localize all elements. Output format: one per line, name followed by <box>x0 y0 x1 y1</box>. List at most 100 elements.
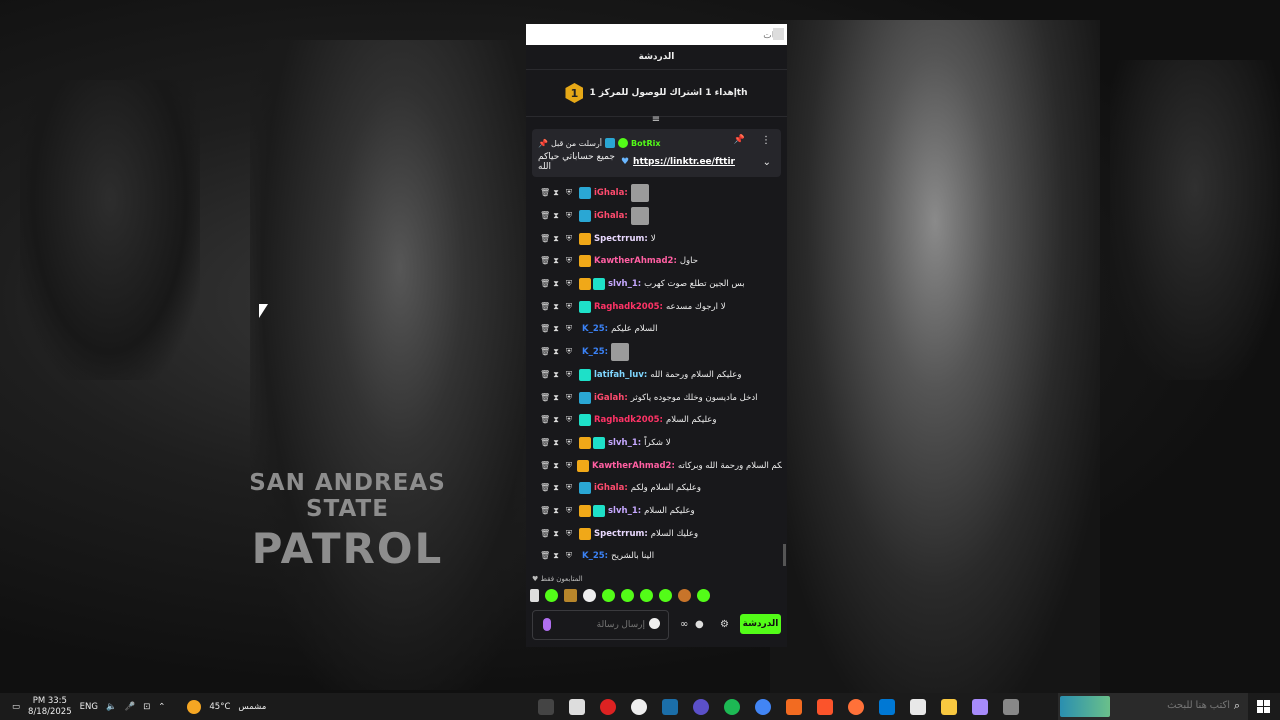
network-icon[interactable]: ⊡ <box>143 702 150 712</box>
emote-4-icon[interactable] <box>583 589 596 602</box>
notifications-icon[interactable]: ▭ <box>12 702 20 712</box>
timeout-icon[interactable]: ⧗ <box>553 393 559 403</box>
delete-icon[interactable]: 🗑 <box>540 483 550 493</box>
shield-icon[interactable]: ⛨ <box>566 302 572 312</box>
timeout-icon[interactable]: ⧗ <box>553 415 559 425</box>
timeout-icon[interactable]: ⧗ <box>553 529 559 539</box>
chat-message-row[interactable]: 🗑 ⧗ ⛨ Spectrrum: وعليك السلام <box>526 522 782 545</box>
shield-icon[interactable]: ⛨ <box>566 347 572 357</box>
chat-message-row[interactable]: 🗑 ⧗ ⛨ slvh_1: وعليكم السلام <box>526 500 782 523</box>
emote-5-icon[interactable] <box>602 589 615 602</box>
microphone-icon[interactable] <box>543 618 551 631</box>
chat-message-row[interactable]: 🗑 ⧗ ⛨ latifah_luv: وعليكم السلام ورحمة الله <box>526 364 782 387</box>
shield-icon[interactable]: ⛨ <box>566 211 572 221</box>
chat-message-row[interactable]: 🗑 ⧗ ⛨ iGhala: <box>526 205 782 228</box>
pinned-bot-name[interactable]: BotRix <box>631 139 660 148</box>
chat-message-row[interactable]: 🗑 ⧗ ⛨ Raghadk2005: لا ارجوك مسدعه <box>526 295 782 318</box>
emote-2-icon[interactable] <box>545 589 558 602</box>
pinned-message[interactable]: 📌 أرسلت من قبل BotRix 📌 ⋮ جميع حساباتي ح… <box>532 129 781 177</box>
url-input[interactable] <box>546 24 788 45</box>
shield-icon[interactable]: ⛨ <box>566 506 572 516</box>
chat-message-row[interactable]: 🗑 ⧗ ⛨ slvh_1: بس الجين تطلع صوت كهرب <box>526 273 782 296</box>
outlook-icon[interactable] <box>879 698 895 715</box>
chat-message-row[interactable]: 🗑 ⧗ ⛨ KawtherAhmad2: حاول <box>526 250 782 273</box>
infinity-icon[interactable]: ∞ <box>680 619 688 630</box>
shield-icon[interactable]: ⛨ <box>566 461 572 471</box>
delete-icon[interactable]: 🗑 <box>540 370 550 380</box>
app-9-icon[interactable] <box>786 698 802 715</box>
timeout-icon[interactable]: ⧗ <box>553 234 559 244</box>
shield-icon[interactable]: ⛨ <box>566 415 572 425</box>
timeout-icon[interactable]: ⧗ <box>553 461 559 471</box>
weather-sun-icon[interactable] <box>187 699 202 714</box>
timeout-icon[interactable]: ⧗ <box>553 211 559 221</box>
scrollbar[interactable] <box>783 544 786 566</box>
delete-icon[interactable]: 🗑 <box>540 234 550 244</box>
chat-message-row[interactable]: 🗑 ⧗ ⛨ K_25: السلام عليكم <box>526 318 782 341</box>
timeout-icon[interactable]: ⧗ <box>553 324 559 334</box>
delete-icon[interactable]: 🗑 <box>540 461 550 471</box>
show-hidden-icons-icon[interactable]: ⌃ <box>158 702 165 712</box>
firefox-icon[interactable] <box>848 698 864 715</box>
message-username[interactable]: K_25: <box>582 324 608 334</box>
shield-icon[interactable]: ⛨ <box>566 483 572 493</box>
delete-icon[interactable]: 🗑 <box>540 506 550 516</box>
emote-1-icon[interactable] <box>530 589 539 602</box>
chat-message-row[interactable]: 🗑⧗ ⛨ KawtherAhmad2:وعليكم السلام ورحمة الل… <box>526 454 782 477</box>
chat-message-row[interactable]: 🗑 ⧗ ⛨ Raghadk2005: وعليكم السلام <box>526 409 782 432</box>
shield-icon[interactable]: ⛨ <box>566 438 572 448</box>
store-icon[interactable] <box>910 698 926 715</box>
shield-icon[interactable]: ⛨ <box>566 279 572 289</box>
delete-icon[interactable]: 🗑 <box>540 324 550 334</box>
emoji-picker-icon[interactable] <box>649 618 660 629</box>
app-6-icon[interactable] <box>693 698 709 715</box>
timeout-icon[interactable]: ⧗ <box>553 279 559 289</box>
shield-icon[interactable]: ⛨ <box>566 324 572 334</box>
copilot-icon[interactable] <box>972 698 988 715</box>
app-4-icon[interactable] <box>631 698 647 715</box>
message-username[interactable]: Raghadk2005: <box>594 302 663 312</box>
filter-icon[interactable]: ≡ <box>651 114 661 125</box>
taskbar-search-input[interactable] <box>1118 699 1232 712</box>
unpin-icon[interactable]: 📌 <box>734 135 745 145</box>
message-username[interactable]: Spectrrum: <box>594 234 648 244</box>
send-chat-button[interactable]: الدردشة <box>740 614 781 634</box>
app-1-icon[interactable] <box>538 698 554 715</box>
message-username[interactable]: Raghadk2005: <box>594 415 663 425</box>
chat-message-row[interactable]: 🗑 ⧗ ⛨ Spectrrum: لا <box>526 227 782 250</box>
message-username[interactable]: slvh_1: <box>608 438 641 448</box>
app-2-icon[interactable] <box>569 698 585 715</box>
emote-10-icon[interactable] <box>697 589 710 602</box>
shield-icon[interactable]: ⛨ <box>566 529 572 539</box>
emote-3-icon[interactable] <box>564 589 577 602</box>
clock-time[interactable]: PM 33:5 <box>28 696 72 706</box>
message-username[interactable]: Spectrrum: <box>594 529 648 539</box>
spotify-icon[interactable] <box>724 698 740 715</box>
chat-message-row[interactable]: 🗑 ⧗ ⛨ slvh_1: لا شكراً <box>526 432 782 455</box>
message-username[interactable]: iGhala: <box>594 211 628 221</box>
delete-icon[interactable]: 🗑 <box>540 347 550 357</box>
steam-icon[interactable] <box>662 698 678 715</box>
emote-7-icon[interactable] <box>640 589 653 602</box>
chat-message-row[interactable]: 🗑 ⧗ ⛨ K_25: الينا بالشريح <box>526 545 782 567</box>
delete-icon[interactable]: 🗑 <box>540 256 550 266</box>
gear-icon[interactable]: ⚙ <box>720 619 729 630</box>
timeout-icon[interactable]: ⧗ <box>553 483 559 493</box>
emote-6-icon[interactable] <box>621 589 634 602</box>
delete-icon[interactable]: 🗑 <box>540 393 550 403</box>
emote-9-icon[interactable] <box>678 589 691 602</box>
mic-tray-icon[interactable]: 🎤 <box>125 702 136 712</box>
app-3-icon[interactable] <box>600 698 616 715</box>
task-view-icon[interactable] <box>1003 698 1019 715</box>
timeout-icon[interactable]: ⧗ <box>553 551 559 561</box>
shield-icon[interactable]: ⛨ <box>566 188 572 198</box>
shield-icon[interactable]: ⛨ <box>566 551 572 561</box>
file-explorer-icon[interactable] <box>941 698 957 715</box>
chrome-icon[interactable] <box>755 698 771 715</box>
shield-icon[interactable]: ⛨ <box>566 393 572 403</box>
clock-date[interactable]: 8/18/2025 <box>28 707 72 717</box>
message-username[interactable]: iGhala: <box>594 188 628 198</box>
sub-goal-banner[interactable]: 1 إهداء 1 اشتراك للوصول للمركز 1th <box>526 70 787 117</box>
chat-message-row[interactable]: 🗑 ⧗ ⛨ iGalah: ادخل ماديسون وخلك موجوده ياكوث… <box>526 386 782 409</box>
chat-message-row[interactable]: 🗑 ⧗ ⛨ K_25: <box>526 341 782 364</box>
